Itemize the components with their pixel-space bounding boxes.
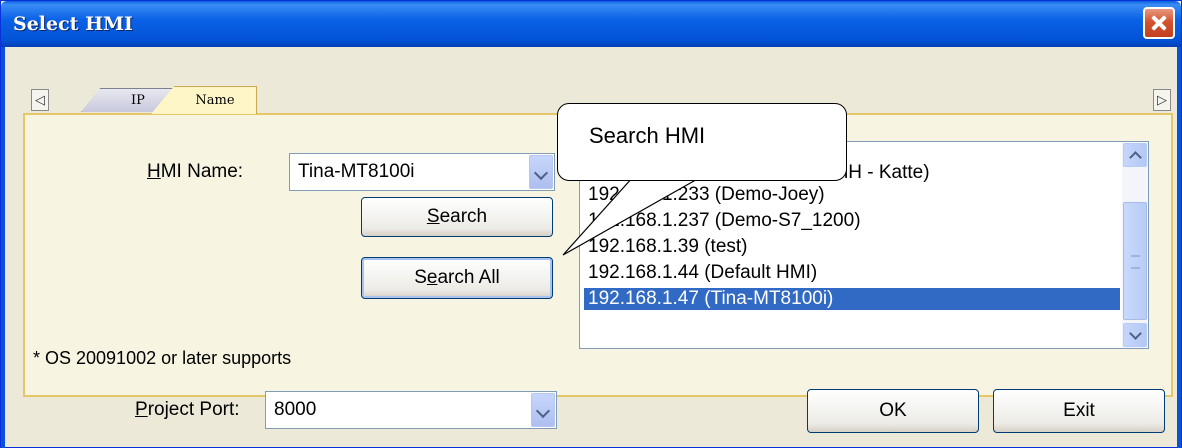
window-border-right (1177, 47, 1181, 448)
project-port-label: Project Port: (135, 399, 240, 420)
tab-scroll-right-icon[interactable]: ▷ (1153, 89, 1171, 111)
hmi-name-combo[interactable]: Tina-MT8100i (289, 153, 555, 191)
os-support-note: * OS 20091002 or later supports (33, 348, 292, 368)
exit-button[interactable]: Exit (993, 389, 1165, 433)
project-port-value: 8000 (274, 399, 317, 420)
tab-scroll-left-icon[interactable]: ◁ (31, 89, 49, 111)
tab-name-label: Name (195, 93, 235, 108)
list-item[interactable]: 192.168.1.44 (Default HMI) (588, 262, 817, 284)
callout-text: Search HMI (589, 123, 706, 148)
list-item[interactable]: iH - Katte) (844, 162, 930, 184)
search-all-button[interactable]: Search All (361, 257, 553, 299)
chevron-down-icon[interactable] (531, 393, 555, 427)
close-icon[interactable] (1143, 7, 1175, 39)
list-item[interactable]: 192.168.1.39 (test) (588, 236, 748, 258)
hmi-name-label: HMI Name: (147, 161, 244, 182)
hmi-name-value: Tina-MT8100i (298, 161, 415, 182)
search-button[interactable]: Search (361, 197, 553, 237)
tab-ip-label: IP (131, 93, 145, 108)
ok-button[interactable]: OK (807, 389, 979, 433)
title-bar[interactable]: Select HMI (1, 1, 1181, 47)
project-port-combo[interactable]: 8000 (265, 391, 557, 429)
window-border-left (1, 47, 5, 448)
scroll-thumb[interactable] (1123, 202, 1147, 320)
window-title: Select HMI (13, 13, 133, 35)
list-item-selected[interactable]: 192.168.1.47 (Tina-MT8100i) (584, 288, 1120, 310)
scroll-down-icon[interactable] (1123, 323, 1147, 347)
list-item[interactable]: 192.168.1.233 (Demo-Joey) (588, 184, 825, 206)
scroll-up-icon[interactable] (1123, 143, 1147, 167)
list-scrollbar[interactable] (1122, 142, 1148, 348)
select-hmi-dialog: Select HMI ◁ IP Name ▷ HMI Name: Tina-MT… (0, 0, 1182, 448)
list-item[interactable]: 192.168.1.237 (Demo-S7_1200) (588, 210, 861, 232)
chevron-down-icon[interactable] (529, 155, 553, 189)
